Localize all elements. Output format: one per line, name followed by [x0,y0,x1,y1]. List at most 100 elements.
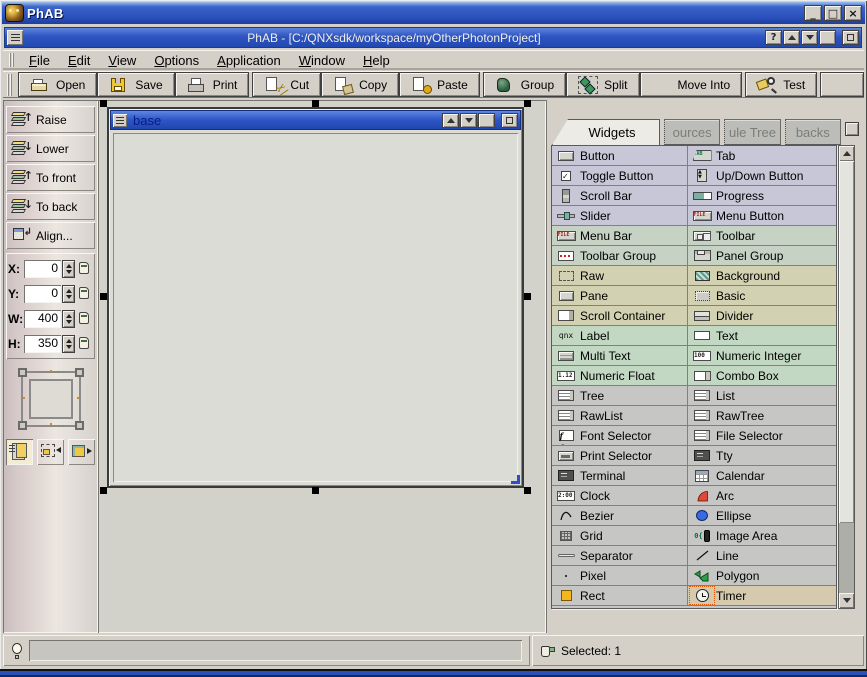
test-button[interactable]: Test [745,72,817,97]
widget-item-separator[interactable]: Separator [552,546,688,565]
menubar-grip-icon[interactable] [9,53,14,67]
widget-item-rawtree[interactable]: RawTree [688,406,836,425]
menu-window[interactable]: Window [290,51,354,70]
save-button[interactable]: Save [97,72,174,97]
h-value-field[interactable]: 350 [24,335,61,353]
widget-item-up-down-button[interactable]: ▲▼Up/Down Button [688,166,836,185]
module-collapse-button[interactable] [442,113,459,128]
widget-item-text[interactable]: Text [688,326,836,345]
design-canvas[interactable]: base [98,100,546,633]
widget-item-scroll-container[interactable]: Scroll Container [552,306,688,325]
paste-button[interactable]: Paste [399,72,480,97]
mdi-expand-button[interactable] [801,30,818,45]
widget-item-bezier[interactable]: Bezier [552,506,688,525]
widget-item-font-selector[interactable]: faFont Selector [552,426,688,445]
widget-item-menu-button[interactable]: FILEMenu Button [688,206,836,225]
widget-item-basic[interactable]: Basic [688,286,836,305]
mdi-titlebar[interactable]: PhAB - [C:/QNXsdk/workspace/myOtherPhoto… [4,27,862,48]
menu-application[interactable]: Application [208,51,290,70]
widget-item-numeric-float[interactable]: 1.12Numeric Float [552,366,688,385]
widget-item-toggle-button[interactable]: ✓Toggle Button [552,166,688,185]
window-titlebar[interactable]: PhAB _□× [2,2,865,24]
spinner-icon[interactable] [62,285,75,303]
widget-item-raw[interactable]: Raw [552,266,688,285]
align-button[interactable]: ↲Align... [6,222,95,249]
selection-handle-top-left[interactable] [100,100,107,107]
y-value-field[interactable]: 0 [24,285,61,303]
lock-icon[interactable] [77,260,93,278]
selection-handle-top-center[interactable] [312,100,319,107]
to-back-button[interactable]: ↓To back [6,193,95,220]
widget-item-rect[interactable]: Rect [552,586,688,605]
spinner-icon[interactable] [62,260,75,278]
widget-item-slider[interactable]: Slider [552,206,688,225]
close-button[interactable]: × [844,5,862,21]
x-value-field[interactable]: 0 [24,260,61,278]
module-titlebar[interactable]: base [110,110,521,130]
widget-item-rawlist[interactable]: RawList [552,406,688,425]
scrollbar-up-icon[interactable] [839,146,854,161]
widget-item-label[interactable]: qnxLabel [552,326,688,345]
menu-edit[interactable]: Edit [59,51,99,70]
widget-item-menu-bar[interactable]: FILEMenu Bar [552,226,688,245]
lower-button[interactable]: ↓Lower [6,135,95,162]
module-menu-icon[interactable] [113,114,127,127]
copy-button[interactable]: Copy [321,72,399,97]
selection-handle-bottom-left[interactable] [100,487,107,494]
menu-help[interactable]: Help [354,51,399,70]
widget-item-image-area[interactable]: 0{Image Area [688,526,836,545]
window-menu-icon[interactable] [7,30,23,45]
menu-options[interactable]: Options [145,51,208,70]
w-value-field[interactable]: 400 [24,310,61,328]
to-front-button[interactable]: ↑To front [6,164,95,191]
widget-item-list[interactable]: List [688,386,836,405]
tab-backs[interactable]: backs [785,119,841,145]
split-button[interactable]: Split [566,72,639,97]
widget-item-line[interactable]: Line [688,546,836,565]
cut-button[interactable]: ✂Cut [252,72,321,97]
widget-item-progress[interactable]: Progress [688,186,836,205]
selection-handle-top-right[interactable] [524,100,531,107]
group-button[interactable]: Group [483,72,566,97]
tab-widgets[interactable]: Widgets [552,119,660,145]
tab-ources[interactable]: ources [664,119,720,145]
widget-item-numeric-integer[interactable]: 100Numeric Integer [688,346,836,365]
widget-item-panel-group[interactable]: Panel Group [688,246,836,265]
widget-item-toolbar[interactable]: Toolbar [688,226,836,245]
module-restore-button[interactable] [478,113,495,128]
module-resize-corner[interactable] [511,475,520,484]
widget-item-polygon[interactable]: Polygon [688,566,836,585]
anchor-tool[interactable] [17,369,85,431]
selection-handle-bottom-center[interactable] [312,487,319,494]
selection-handle-mid-left[interactable] [100,293,107,300]
fit-shrink-button[interactable] [37,439,64,465]
widget-item-tree[interactable]: Tree [552,386,688,405]
palette-scrollbar[interactable] [838,145,855,609]
widget-item-button[interactable]: Button [552,146,688,165]
module-close-button[interactable] [501,113,518,128]
selection-handle-bottom-right[interactable] [524,487,531,494]
widget-item-grid[interactable]: Grid [552,526,688,545]
print-button[interactable]: Print [175,72,250,97]
widget-item-timer[interactable]: Timer [688,586,836,605]
spinner-icon[interactable] [62,335,75,353]
widget-item-arc[interactable]: Arc [688,486,836,505]
raise-button[interactable]: ↑Raise [6,106,95,133]
widget-item-clock[interactable]: 2:00Clock [552,486,688,505]
lock-icon[interactable] [77,285,93,303]
toolbar-grip-icon[interactable] [7,74,12,96]
menu-view[interactable]: View [99,51,145,70]
lock-icon[interactable] [77,310,93,328]
widget-item-tab[interactable]: TABTab [688,146,836,165]
widget-item-calendar[interactable]: Calendar [688,466,836,485]
module-body[interactable] [113,133,518,482]
spinner-icon[interactable] [62,310,75,328]
widget-item-scroll-bar[interactable]: Scroll Bar [552,186,688,205]
widget-item-combo-box[interactable]: Combo Box [688,366,836,385]
open-button[interactable]: Open [18,72,97,97]
widget-item-multi-text[interactable]: Multi Text [552,346,688,365]
palette-corner-button[interactable] [845,122,859,136]
scrollbar-thumb[interactable] [839,161,854,523]
widget-item-pane[interactable]: Pane [552,286,688,305]
lock-icon[interactable] [77,335,93,353]
